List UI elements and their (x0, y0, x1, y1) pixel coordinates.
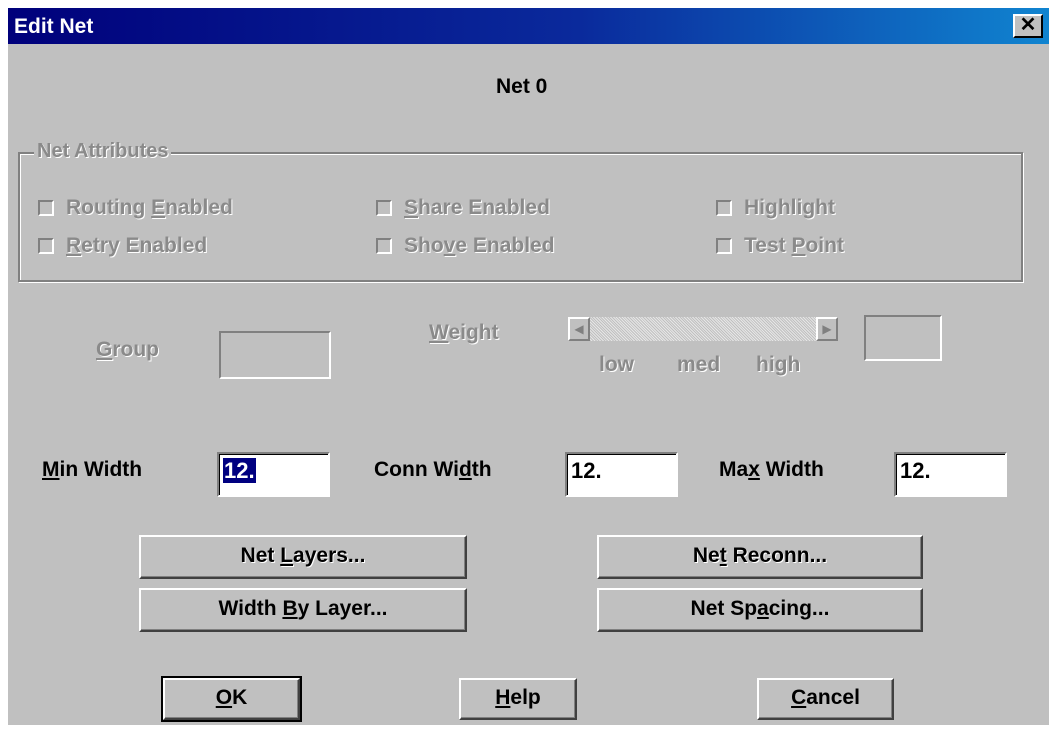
ok-button[interactable]: OK (161, 676, 302, 722)
group-label: Group (96, 338, 159, 361)
help-button[interactable]: Help (459, 678, 577, 720)
net-reconn-button[interactable]: Net Reconn... (597, 535, 923, 579)
title-bar: Edit Net ✕ (8, 8, 1049, 44)
shove-enabled-label: Shove Enabled (404, 234, 555, 257)
width-by-layer-button[interactable]: Width By Layer... (139, 588, 467, 632)
max-width-input[interactable]: 12. (894, 452, 1007, 497)
net-attributes-legend: Net Attributes (34, 140, 172, 163)
share-enabled-checkbox[interactable] (376, 200, 392, 216)
window-title: Edit Net (14, 15, 94, 38)
highlight-label: Highlight (744, 196, 835, 219)
net-name: Net 0 (496, 75, 548, 98)
close-icon[interactable]: ✕ (1013, 14, 1043, 38)
arrow-right-icon[interactable]: ▶ (816, 317, 838, 341)
net-spacing-button[interactable]: Net Spacing... (597, 588, 923, 632)
weight-scale-high: high (756, 353, 801, 376)
weight-scale-med: med (677, 353, 721, 376)
arrow-left-icon[interactable]: ◀ (568, 317, 590, 341)
weight-scrollbar[interactable] (590, 317, 816, 341)
highlight-checkbox[interactable] (716, 200, 732, 216)
test-point-label: Test Point (744, 234, 844, 257)
retry-enabled-label: Retry Enabled (66, 234, 208, 257)
min-width-label: Min Width (42, 458, 143, 481)
routing-enabled-label: Routing Enabled (66, 196, 233, 219)
max-width-label: Max Width (719, 458, 824, 481)
share-enabled-label: Share Enabled (404, 196, 550, 219)
shove-enabled-checkbox[interactable] (376, 238, 392, 254)
weight-value-field[interactable] (864, 315, 942, 361)
min-width-input[interactable]: 12. (217, 452, 330, 497)
cancel-button[interactable]: Cancel (757, 678, 894, 720)
group-field[interactable] (219, 331, 331, 379)
net-attributes-group: Net Attributes Routing Enabled Retry Ena… (18, 140, 1023, 282)
weight-scale-low: low (599, 353, 634, 376)
net-layers-button[interactable]: Net Layers... (139, 535, 467, 579)
retry-enabled-checkbox[interactable] (38, 238, 54, 254)
conn-width-label: Conn Width (374, 458, 492, 481)
conn-width-input[interactable]: 12. (565, 452, 678, 497)
edit-net-dialog: Edit Net ✕ Net 0 Net Attributes Routing … (8, 8, 1049, 725)
weight-label: Weight (429, 321, 499, 344)
routing-enabled-checkbox[interactable] (38, 200, 54, 216)
test-point-checkbox[interactable] (716, 238, 732, 254)
